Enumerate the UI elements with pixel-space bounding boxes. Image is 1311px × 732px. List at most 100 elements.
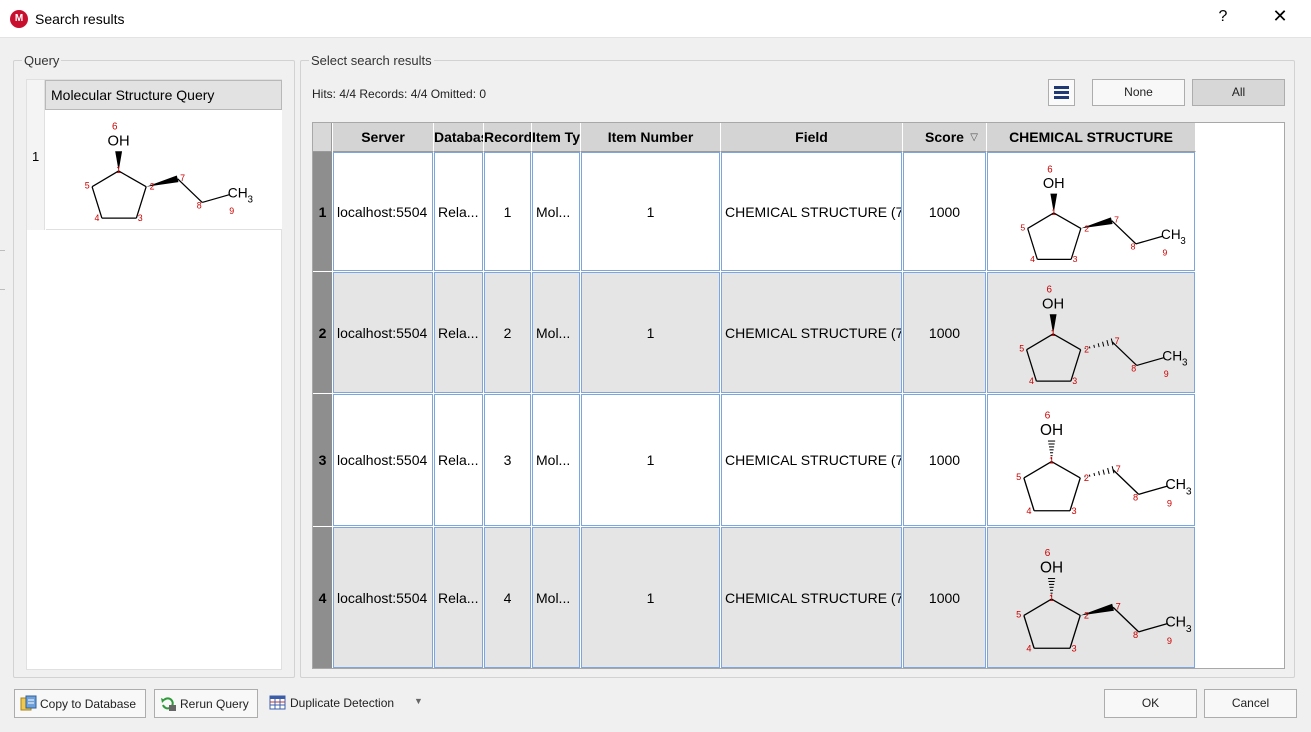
svg-text:4: 4 [1026,643,1031,653]
query-molecule[interactable]: OH 6 1 2 3 4 5 7 8 CH 3 9 [46,110,282,230]
query-column-header[interactable]: Molecular Structure Query [45,80,282,110]
svg-text:2: 2 [1084,223,1089,233]
svg-text:9: 9 [1167,499,1172,509]
cell-database[interactable]: Rela... [434,152,483,271]
cell-item-number[interactable]: 1 [581,272,720,393]
cell-value: 1 [646,589,655,606]
cell-score[interactable]: 1000 [903,152,986,271]
column-header-label: Server [361,129,405,145]
cell-server[interactable]: localhost:5504 [333,272,433,393]
svg-text:CH: CH [228,186,248,201]
rerun-icon [161,697,176,711]
svg-text:OH: OH [108,133,130,149]
svg-text:CH: CH [1165,615,1186,631]
cell-item-number[interactable]: 1 [581,527,720,668]
cell-database[interactable]: Rela... [434,394,483,526]
cell-field[interactable]: CHEMICAL STRUCTURE (7) [721,152,902,271]
cell-item-number[interactable]: 1 [581,152,720,271]
svg-text:4: 4 [1030,254,1035,264]
cell-value: Rela... [438,324,479,341]
svg-text:9: 9 [229,206,234,216]
cell-server[interactable]: localhost:5504 [333,527,433,668]
copy-to-database-button[interactable]: Copy to Database [14,689,146,718]
cell-server[interactable]: localhost:5504 [333,394,433,526]
rerun-query-button[interactable]: Rerun Query [154,689,258,718]
cell-item-type[interactable]: Mol... [532,394,580,526]
cell-database[interactable]: Rela... [434,527,483,668]
row-header[interactable]: 2 [313,272,332,394]
database-copy-icon [20,695,37,711]
cell-value: Mol... [536,589,571,606]
svg-text:CH: CH [1161,227,1181,242]
column-header-field[interactable]: Field [721,123,903,152]
cell-chemical-structure[interactable]: OH 6 1 2 3 4 5 7 8 CH 3 9 [987,272,1195,393]
help-icon[interactable]: ? [1214,8,1232,26]
svg-text:7: 7 [180,173,185,183]
menu-icon[interactable] [1048,79,1075,106]
svg-text:OH: OH [1042,296,1064,312]
cell-value: Mol... [536,324,571,341]
svg-text:8: 8 [1131,363,1136,373]
duplicate-table-icon [269,695,286,710]
window-title: Search results [35,11,125,27]
cell-value: Rela... [438,452,479,468]
row-header[interactable]: 1 [313,152,332,272]
svg-text:7: 7 [1115,336,1120,346]
sort-icon[interactable]: ▽ [970,123,978,151]
cell-field[interactable]: CHEMICAL STRUCTURE (7) [721,527,902,668]
query-row-header[interactable]: 1 [27,80,45,230]
svg-text:3: 3 [247,194,253,205]
results-legend: Select search results [311,53,432,68]
cell-value: 1 [646,324,655,341]
column-header-database[interactable]: Database [434,123,484,152]
column-header-item-type[interactable]: Item Type [532,123,581,152]
svg-text:6: 6 [1046,285,1052,296]
column-header-server[interactable]: Server [333,123,434,152]
svg-text:4: 4 [1029,376,1034,386]
cell-chemical-structure[interactable]: OH 6 1 2 3 4 5 7 8 CH 3 9 [987,527,1195,668]
cell-chemical-structure[interactable]: OH 6 1 2 3 4 5 7 8 CH 3 9 [987,394,1195,526]
column-header-item-number[interactable]: Item Number [581,123,721,152]
svg-text:1: 1 [116,165,121,175]
cell-database[interactable]: Rela... [434,272,483,393]
cell-item-type[interactable]: Mol... [532,152,580,271]
grid-corner[interactable] [313,123,332,152]
cell-record[interactable]: 3 [484,394,531,526]
select-none-button[interactable]: None [1092,79,1185,106]
close-icon[interactable]: ✕ [1270,6,1290,27]
cell-value: 2 [503,324,512,341]
column-header-record[interactable]: Record [484,123,532,152]
cell-score[interactable]: 1000 [903,527,986,668]
cell-chemical-structure[interactable]: OH 6 1 2 3 4 5 7 8 CH 3 9 [987,152,1195,271]
cell-score[interactable]: 1000 [903,272,986,393]
cell-value: Mol... [536,203,571,220]
cell-field[interactable]: CHEMICAL STRUCTURE (7) [721,272,902,393]
svg-text:2: 2 [150,182,155,192]
ok-button[interactable]: OK [1104,689,1197,718]
column-header-score[interactable]: Score ▽ [903,123,987,152]
svg-text:5: 5 [1016,610,1021,620]
cancel-button[interactable]: Cancel [1204,689,1297,718]
cell-item-type[interactable]: Mol... [532,527,580,668]
cell-value: CHEMICAL STRUCTURE (7) [725,324,902,341]
cell-item-number[interactable]: 1 [581,394,720,526]
svg-text:9: 9 [1167,636,1172,646]
cell-item-type[interactable]: Mol... [532,272,580,393]
cell-server[interactable]: localhost:5504 [333,152,433,271]
svg-text:9: 9 [1164,369,1169,379]
cell-record[interactable]: 2 [484,272,531,393]
svg-text:1: 1 [1049,593,1054,603]
duplicate-detection-button[interactable]: Duplicate Detection ▼ [267,689,429,718]
title-bar: M Search results ? ✕ [0,0,1311,38]
cell-record[interactable]: 4 [484,527,531,668]
cell-field[interactable]: CHEMICAL STRUCTURE (7) [721,394,902,526]
cell-record[interactable]: 1 [484,152,531,271]
svg-text:3: 3 [1180,236,1185,247]
row-header[interactable]: 4 [313,527,332,668]
cell-score[interactable]: 1000 [903,394,986,526]
select-all-button[interactable]: All [1192,79,1285,106]
column-header-chemical-structure[interactable]: CHEMICAL STRUCTURE [987,123,1196,152]
row-header[interactable]: 3 [313,394,332,527]
chevron-down-icon[interactable]: ▼ [414,696,423,706]
svg-text:5: 5 [85,181,90,191]
